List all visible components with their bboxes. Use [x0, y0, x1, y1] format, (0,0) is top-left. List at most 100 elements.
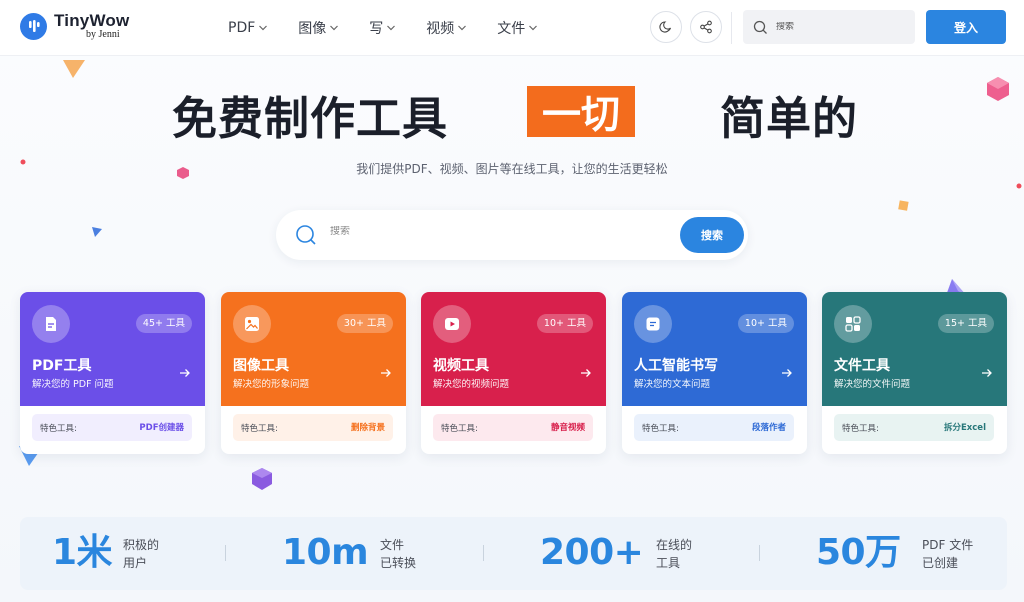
- logo-subtitle: by Jenni: [86, 29, 120, 40]
- card-title: 人工智能书写: [634, 358, 718, 374]
- featured-tool-link[interactable]: 删除背景: [351, 421, 385, 433]
- stat-label-line: 已转换: [380, 556, 417, 570]
- card-description: 解决您的文本问题: [634, 379, 711, 390]
- card-description: 解决您的形象问题: [233, 379, 310, 390]
- stat-label-line: 文件: [380, 538, 405, 552]
- featured-label: 特色工具:: [642, 424, 679, 434]
- featured-label: 特色工具:: [441, 424, 478, 434]
- hero-title-left: 免费制作工具: [172, 92, 449, 145]
- card-title: 文件工具: [834, 358, 890, 374]
- tool-card-pdf[interactable]: 45+ 工具 PDF工具 解决您的 PDF 问题 特色工具: PDF创建器: [20, 292, 205, 454]
- share-icon: [700, 20, 712, 34]
- stat-label-line: 在线的: [656, 538, 693, 552]
- search-icon: [296, 225, 316, 245]
- stats-bar: 1米 积极的 用户 10m 文件 已转换 200+ 在线的 工具 50万 PDF…: [20, 517, 1007, 590]
- arrow-right-icon: [581, 369, 591, 377]
- stat-divider: [483, 545, 484, 561]
- chevron-down-icon: [259, 25, 268, 31]
- top-navigation-bar: TinyWow by Jenni PDF 图像 写 视频 文件 登入: [0, 0, 1024, 56]
- card-header: 10+ 工具 人工智能书写 解决您的文本问题: [622, 292, 807, 406]
- featured-tool-row[interactable]: 特色工具: 删除背景: [233, 414, 393, 441]
- blue-triangle-decoration: [92, 227, 102, 237]
- tool-count-badge: 30+ 工具: [336, 314, 393, 333]
- login-button[interactable]: 登入: [926, 10, 1006, 44]
- chevron-down-icon: [330, 25, 339, 31]
- featured-tool-row[interactable]: 特色工具: 拆分Excel: [834, 414, 994, 441]
- red-dot-decoration-right: [1016, 183, 1022, 189]
- hero-title-highlight: 一切: [527, 86, 635, 138]
- nav-item-image[interactable]: 图像: [298, 18, 339, 38]
- stat-label-line: 工具: [656, 556, 681, 570]
- stat-label-users: 积极的 用户: [123, 536, 159, 572]
- tool-count-badge: 15+ 工具: [937, 314, 994, 333]
- nav-item-write[interactable]: 写: [369, 18, 396, 38]
- tool-card-file[interactable]: 15+ 工具 文件工具 解决您的文件问题 特色工具: 拆分Excel: [822, 292, 1007, 454]
- orange-square-decoration: [898, 200, 909, 211]
- card-header: 15+ 工具 文件工具 解决您的文件问题: [822, 292, 1007, 406]
- stat-value-files: 10m: [282, 532, 369, 573]
- card-description: 解决您的文件问题: [834, 379, 911, 390]
- card-description: 解决您的视频问题: [433, 379, 510, 390]
- nav-label: PDF: [228, 20, 256, 36]
- tool-count-badge: 45+ 工具: [135, 314, 192, 333]
- nav-label: 图像: [298, 21, 327, 37]
- chevron-down-icon: [387, 25, 396, 31]
- stat-value-users: 1米: [52, 532, 113, 573]
- featured-tool-row[interactable]: 特色工具: PDF创建器: [32, 414, 192, 441]
- nav-item-pdf[interactable]: PDF: [228, 18, 268, 38]
- search-icon: [753, 20, 767, 34]
- featured-tool-link[interactable]: 段落作者: [752, 421, 786, 433]
- stat-label-line: 已创建: [922, 556, 959, 570]
- logo-icon: [20, 12, 47, 40]
- orange-triangle-decoration: [63, 60, 85, 78]
- nav-label: 视频: [426, 21, 455, 37]
- main-search-bar: 搜索: [276, 210, 748, 260]
- card-header: 30+ 工具 图像工具 解决您的形象问题: [221, 292, 406, 406]
- featured-tool-link[interactable]: 拆分Excel: [944, 421, 986, 433]
- main-search-input[interactable]: [330, 226, 630, 237]
- header-search-box[interactable]: [743, 10, 915, 44]
- document-text-icon: [634, 305, 672, 343]
- hero-title-right: 简单的: [720, 92, 859, 145]
- logo-title: TinyWow: [54, 11, 130, 30]
- nav-label: 写: [369, 21, 384, 37]
- stat-value-tools: 200+: [540, 532, 644, 573]
- main-search-button[interactable]: 搜索: [680, 217, 744, 253]
- moon-icon: [659, 21, 672, 33]
- main-nav: PDF 图像 写 视频 文件: [228, 18, 568, 38]
- share-button[interactable]: [690, 11, 722, 43]
- arrow-right-icon: [180, 369, 190, 377]
- featured-label: 特色工具:: [40, 424, 77, 434]
- tool-count-badge: 10+ 工具: [737, 314, 794, 333]
- tool-count-badge: 10+ 工具: [536, 314, 593, 333]
- stat-label-files: 文件 已转换: [380, 536, 416, 572]
- arrow-right-icon: [381, 369, 391, 377]
- arrow-right-icon: [982, 369, 992, 377]
- hero-subtitle: 我们提供PDF、视频、图片等在线工具，让您的生活更轻松: [356, 162, 668, 176]
- tinywow-logo[interactable]: TinyWow by Jenni: [20, 12, 129, 40]
- stat-label-pdfs: PDF 文件 已创建: [922, 536, 973, 572]
- nav-item-file[interactable]: 文件: [497, 18, 538, 38]
- featured-tool-row[interactable]: 特色工具: 段落作者: [634, 414, 794, 441]
- featured-tool-link[interactable]: PDF创建器: [139, 421, 184, 433]
- card-title: 图像工具: [233, 358, 289, 374]
- arrow-right-icon: [782, 369, 792, 377]
- featured-tool-row[interactable]: 特色工具: 静音视频: [433, 414, 593, 441]
- stat-label-line: 积极的: [123, 538, 160, 552]
- card-header: 45+ 工具 PDF工具 解决您的 PDF 问题: [20, 292, 205, 406]
- stat-label-line: 用户: [123, 556, 148, 570]
- tool-card-ai-writing[interactable]: 10+ 工具 人工智能书写 解决您的文本问题 特色工具: 段落作者: [622, 292, 807, 454]
- tool-card-image[interactable]: 30+ 工具 图像工具 解决您的形象问题 特色工具: 删除背景: [221, 292, 406, 454]
- tool-card-video[interactable]: 10+ 工具 视频工具 解决您的视频问题 特色工具: 静音视频: [421, 292, 606, 454]
- chevron-down-icon: [529, 25, 538, 31]
- featured-tool-link[interactable]: 静音视频: [551, 421, 585, 433]
- header-search-input[interactable]: [776, 22, 896, 32]
- card-description: 解决您的 PDF 问题: [32, 379, 114, 390]
- nav-item-video[interactable]: 视频: [426, 18, 467, 38]
- card-header: 10+ 工具 视频工具 解决您的视频问题: [421, 292, 606, 406]
- dark-mode-button[interactable]: [650, 11, 682, 43]
- pink-cube-decoration: [987, 77, 1009, 101]
- stat-label-line: PDF 文件: [922, 538, 974, 552]
- stat-divider: [759, 545, 760, 561]
- image-icon: [233, 305, 271, 343]
